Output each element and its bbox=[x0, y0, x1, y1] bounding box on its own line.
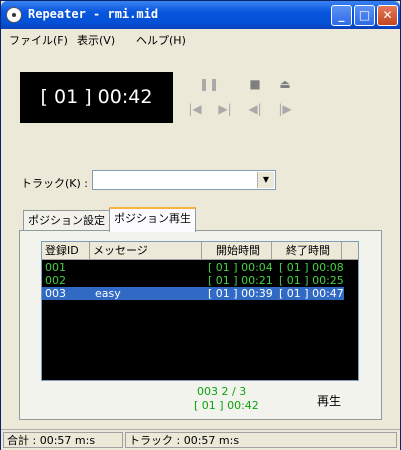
status-total-time: 合計 : 00:57 m:s bbox=[3, 432, 123, 448]
title-bar[interactable]: Repeater - rmi.mid _ □ ✕ bbox=[1, 1, 400, 29]
status-bar: 合計 : 00:57 m:s トラック : 00:57 m:s bbox=[1, 429, 400, 450]
row-end-time: [ 01 ] 00:08 bbox=[279, 261, 344, 274]
row-start-time: [ 01 ] 00:39 bbox=[208, 287, 273, 300]
app-window: Repeater - rmi.mid _ □ ✕ ファイル(F) 表示(V) ヘ… bbox=[0, 0, 401, 450]
previous-track-icon[interactable]: |◀ bbox=[185, 101, 205, 117]
position-time: [ 01 ] 00:42 bbox=[194, 399, 259, 412]
time-display: [ 01 ] 00:42 bbox=[20, 72, 173, 123]
menu-file[interactable]: ファイル(F) bbox=[9, 32, 68, 48]
app-disc-icon bbox=[6, 7, 22, 23]
minimize-button[interactable]: _ bbox=[331, 5, 352, 26]
list-row[interactable]: 001 [ 01 ] 00:04 [ 01 ] 00:08 bbox=[42, 261, 344, 274]
position-index: 003 2 / 3 bbox=[197, 385, 247, 398]
row-start-time: [ 01 ] 00:04 bbox=[208, 261, 273, 274]
column-header-id[interactable]: 登録ID bbox=[42, 242, 90, 259]
row-id: 002 bbox=[45, 274, 66, 287]
row-id: 001 bbox=[45, 261, 66, 274]
row-end-time: [ 01 ] 00:47 bbox=[279, 287, 344, 300]
rewind-icon[interactable]: ◀| bbox=[245, 101, 265, 117]
maximize-button[interactable]: □ bbox=[354, 5, 375, 26]
tab-position-settings[interactable]: ポジション設定 bbox=[23, 210, 110, 230]
row-start-time: [ 01 ] 00:21 bbox=[208, 274, 273, 287]
track-dropdown[interactable]: ▼ bbox=[92, 170, 276, 190]
position-list[interactable]: 登録ID メッセージ 開始時間 終了時間 001 [ 01 ] 00:04 [ … bbox=[41, 241, 359, 381]
column-header-end-time[interactable]: 終了時間 bbox=[272, 242, 342, 259]
tab-position-playback[interactable]: ポジション再生 bbox=[109, 207, 196, 232]
row-id: 003 bbox=[45, 287, 66, 300]
eject-icon[interactable]: ⏏ bbox=[275, 76, 295, 92]
track-label: トラック(K) : bbox=[21, 177, 88, 190]
fast-forward-icon[interactable]: |▶ bbox=[275, 101, 295, 117]
row-end-time: [ 01 ] 00:25 bbox=[279, 274, 344, 287]
menu-help[interactable]: ヘルプ(H) bbox=[136, 32, 186, 48]
column-header-message[interactable]: メッセージ bbox=[90, 242, 202, 259]
list-row[interactable]: 002 [ 01 ] 00:21 [ 01 ] 00:25 bbox=[42, 274, 344, 287]
window-title: Repeater - rmi.mid bbox=[28, 7, 159, 21]
column-header-start-time[interactable]: 開始時間 bbox=[202, 242, 272, 259]
play-status-label: 再生 bbox=[317, 394, 342, 408]
close-button[interactable]: ✕ bbox=[377, 5, 398, 26]
list-header: 登録ID メッセージ 開始時間 終了時間 bbox=[42, 242, 358, 260]
stop-icon[interactable]: ■ bbox=[245, 76, 265, 92]
status-track-time: トラック : 00:57 m:s bbox=[125, 432, 397, 448]
list-row-selected[interactable]: 003 easy [ 01 ] 00:39 [ 01 ] 00:47 bbox=[42, 287, 344, 300]
chevron-down-icon[interactable]: ▼ bbox=[257, 172, 274, 188]
pause-icon[interactable]: ❚❚ bbox=[199, 76, 219, 92]
next-track-icon[interactable]: ▶| bbox=[215, 101, 235, 117]
menu-view[interactable]: 表示(V) bbox=[77, 32, 115, 48]
row-message: easy bbox=[95, 287, 121, 300]
menu-bar: ファイル(F) 表示(V) ヘルプ(H) bbox=[1, 29, 400, 49]
